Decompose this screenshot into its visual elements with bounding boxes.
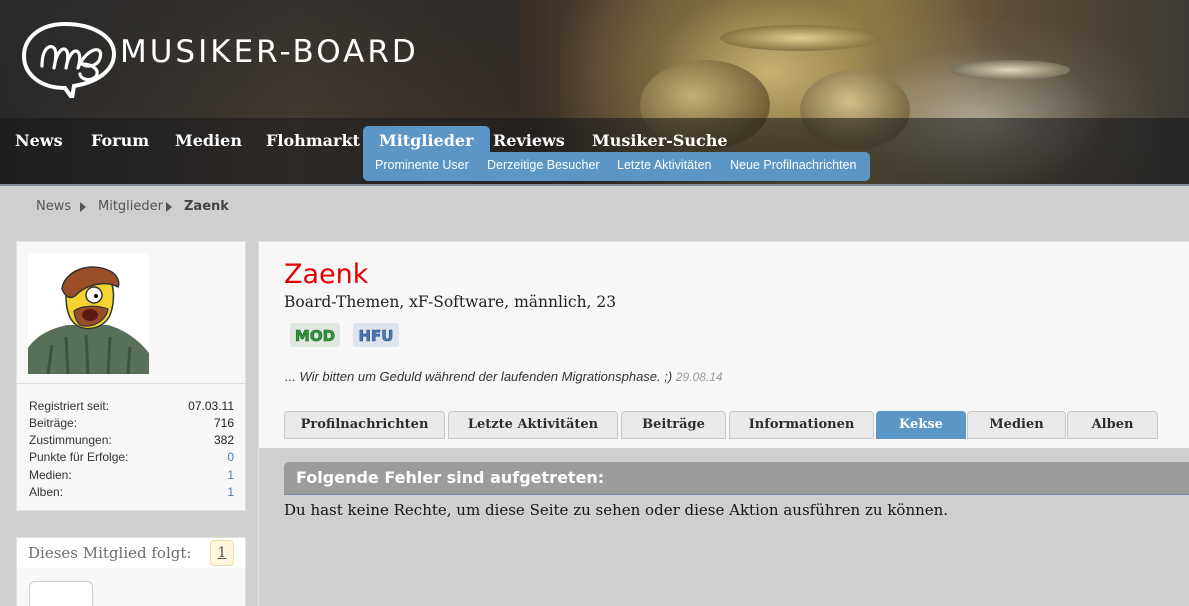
stat-row-posts: Beiträge: 716	[29, 416, 234, 433]
main-navigation: News Forum Medien Flohmarkt Mitglieder R…	[0, 118, 1189, 186]
error-title: Folgende Fehler sind aufgetreten:	[296, 468, 605, 487]
following-box: Dieses Mitglied folgt: 1	[16, 537, 246, 606]
sub-navigation: Prominente User Derzeitige Besucher Letz…	[363, 152, 870, 181]
stat-label: Punkte für Erfolge:	[29, 450, 129, 464]
followed-user-avatar[interactable]	[29, 581, 93, 606]
breadcrumb-news[interactable]: News	[36, 199, 71, 214]
following-header: Dieses Mitglied folgt: 1	[17, 538, 245, 568]
tab-informationen[interactable]: Informationen	[729, 411, 874, 439]
tab-medien[interactable]: Medien	[967, 411, 1066, 439]
breadcrumb-current: Zaenk	[184, 199, 229, 214]
profile-status: ... Wir bitten um Geduld während der lau…	[285, 369, 723, 384]
avatar[interactable]	[28, 253, 149, 374]
sidebar-divider	[17, 383, 245, 384]
stat-value-link[interactable]: 1	[227, 468, 234, 482]
error-message: Du hast keine Rechte, um diese Seite zu …	[284, 501, 949, 519]
stat-value: 07.03.11	[188, 399, 234, 413]
profile-sidebar: Registriert seit: 07.03.11 Beiträge: 716…	[16, 241, 246, 511]
nav-divider	[0, 184, 1189, 186]
mb-logo-icon	[21, 21, 117, 98]
hfu-badge-icon: HFU	[353, 323, 399, 347]
breadcrumb-mitglieder[interactable]: Mitglieder	[98, 199, 163, 214]
tab-profilnachrichten[interactable]: Profilnachrichten	[284, 411, 445, 439]
profile-username: Zaenk	[284, 259, 369, 290]
stat-row-albums: Alben: 1	[29, 485, 234, 502]
subnav-letzte-aktivitaeten[interactable]: Letzte Aktivitäten	[617, 158, 712, 172]
profile-main: Zaenk Board-Themen, xF-Software, männlic…	[258, 241, 1189, 606]
status-date[interactable]: 29.08.14	[676, 370, 723, 384]
tab-alben[interactable]: Alben	[1067, 411, 1158, 439]
following-count-link[interactable]: 1	[210, 540, 234, 566]
cymbal-image	[720, 25, 880, 51]
subnav-derzeitige-besucher[interactable]: Derzeitige Besucher	[487, 158, 600, 172]
tab-content: Folgende Fehler sind aufgetreten: Du has…	[259, 448, 1189, 606]
stat-value: 382	[213, 433, 234, 447]
stat-label: Medien:	[29, 468, 72, 482]
subnav-prominente-user[interactable]: Prominente User	[375, 158, 469, 172]
stat-row-trophy-points: Punkte für Erfolge: 0	[29, 450, 234, 467]
stat-label: Zustimmungen:	[29, 433, 112, 447]
breadcrumb-arrow-icon	[166, 202, 172, 212]
nav-tab-flohmarkt[interactable]: Flohmarkt	[266, 126, 360, 156]
hfu-badge-text: HFU	[359, 327, 394, 345]
tab-letzte-aktivitaeten[interactable]: Letzte Aktivitäten	[448, 411, 618, 439]
subnav-neue-profilnachrichten[interactable]: Neue Profilnachrichten	[730, 158, 856, 172]
stat-row-likes: Zustimmungen: 382	[29, 433, 234, 450]
stat-label: Beiträge:	[29, 416, 78, 430]
breadcrumb-arrow-icon	[80, 202, 86, 212]
error-header-line	[284, 494, 1189, 495]
nav-tab-forum[interactable]: Forum	[91, 126, 149, 156]
nav-tab-medien[interactable]: Medien	[175, 126, 242, 156]
stat-label: Registriert seit:	[29, 399, 110, 413]
error-header: Folgende Fehler sind aufgetreten:	[284, 462, 1189, 495]
stat-value: 716	[213, 416, 234, 430]
mod-badge-text: MOD	[295, 327, 335, 345]
stat-row-registered: Registriert seit: 07.03.11	[29, 399, 234, 416]
stat-label: Alben:	[29, 485, 64, 499]
nav-tab-news[interactable]: News	[15, 126, 63, 156]
stat-row-media: Medien: 1	[29, 468, 234, 485]
status-text: ... Wir bitten um Geduld während der lau…	[285, 369, 673, 384]
cymbal-image	[950, 60, 1070, 80]
site-logo[interactable]: MUSIKER-BOARD	[20, 18, 480, 98]
avatar-image	[28, 253, 149, 374]
logo-text: MUSIKER-BOARD	[120, 34, 419, 70]
following-title: Dieses Mitglied folgt:	[28, 544, 192, 562]
site-header: MUSIKER-BOARD News Forum Medien Flohmark…	[0, 0, 1189, 186]
stat-value-link[interactable]: 1	[227, 485, 234, 499]
tab-beitraege[interactable]: Beiträge	[621, 411, 726, 439]
mod-badge-icon: MOD	[290, 323, 340, 347]
tab-kekse[interactable]: Kekse	[876, 411, 966, 439]
profile-user-title: Board-Themen, xF-Software, männlich, 23	[284, 293, 617, 311]
stat-value-link[interactable]: 0	[227, 450, 234, 464]
